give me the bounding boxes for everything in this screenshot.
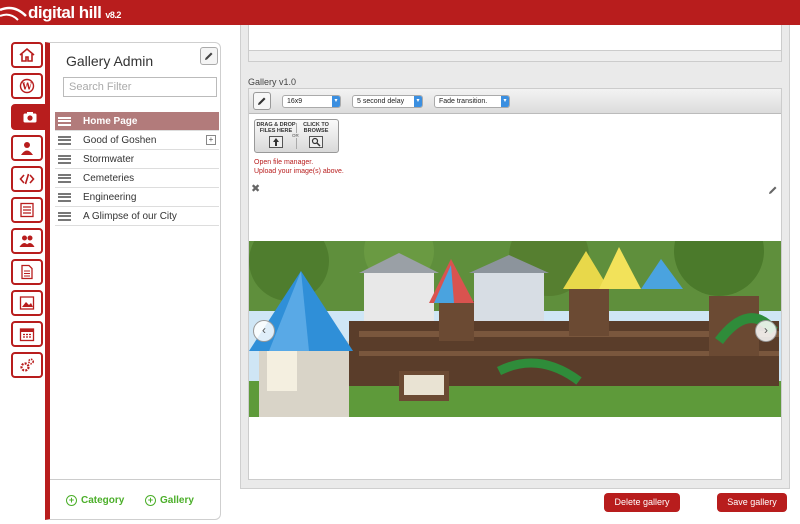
svg-text:W: W xyxy=(21,83,33,93)
slideshow-image: ‹ › xyxy=(249,241,781,417)
rail-code-button[interactable] xyxy=(11,166,43,192)
slideshow-prev-button[interactable]: ‹ xyxy=(253,320,275,342)
rail-group-button[interactable] xyxy=(11,228,43,254)
app-name: digital hill xyxy=(28,3,102,22)
delay-value: 5 second delay xyxy=(357,98,405,105)
gallery-edit-button[interactable] xyxy=(253,92,271,110)
save-gallery-button[interactable]: Save gallery xyxy=(717,493,787,512)
drag-drop-label: DRAG & DROP FILES HERE xyxy=(256,122,296,134)
upload-dropzone[interactable]: DRAG & DROP FILES HERE OR CLICK TO BROWS… xyxy=(254,119,339,153)
camera-icon xyxy=(23,112,37,123)
drag-handle-icon[interactable] xyxy=(58,154,71,164)
pencil-icon xyxy=(205,52,213,60)
plus-circle-icon: + xyxy=(145,495,156,506)
tree-item-cemeteries[interactable]: Cemeteries xyxy=(55,169,219,188)
list-icon xyxy=(20,202,34,218)
panel-title: Gallery Admin xyxy=(66,53,154,69)
module-rail: W xyxy=(11,42,49,383)
rail-users-button[interactable] xyxy=(11,135,43,161)
users-icon xyxy=(21,142,33,155)
wordpress-icon: W xyxy=(19,78,35,94)
chevron-down-icon: ▾ xyxy=(414,96,422,107)
drag-handle-icon[interactable] xyxy=(58,135,71,145)
aspect-value: 16x9 xyxy=(287,98,303,105)
drag-drop-area[interactable]: DRAG & DROP FILES HERE xyxy=(256,122,296,148)
group-icon xyxy=(19,235,35,247)
gallery-widget-label: Gallery v1.0 xyxy=(248,77,297,87)
tree-item-stormwater[interactable]: Stormwater xyxy=(55,150,219,169)
rail-home-button[interactable] xyxy=(11,42,43,68)
rail-list-button[interactable] xyxy=(11,197,43,223)
tree-item-label: Cemeteries xyxy=(83,172,135,184)
transition-select[interactable]: Fade transition. ▾ xyxy=(434,95,510,108)
tree-item-label: Engineering xyxy=(83,191,137,203)
main-content: Gallery v1.0 16x9 ▾ 5 second delay ▾ Fad… xyxy=(240,25,790,489)
document-icon xyxy=(21,264,33,280)
add-gallery-label: Gallery xyxy=(160,495,194,506)
magnifier-icon xyxy=(309,136,323,148)
rail-image-button[interactable] xyxy=(11,290,43,316)
code-icon xyxy=(19,173,35,185)
rail-calendar-button[interactable] xyxy=(11,321,43,347)
aspect-select[interactable]: 16x9 ▾ xyxy=(282,95,341,108)
pencil-icon[interactable] xyxy=(768,182,778,200)
rail-document-button[interactable] xyxy=(11,259,43,285)
search-filter-input[interactable] xyxy=(63,77,217,97)
rail-wordpress-button[interactable]: W xyxy=(11,73,43,99)
gears-icon xyxy=(20,358,35,372)
app-logo[interactable]: digital hill v8.2 xyxy=(28,3,121,23)
tree-item-good-of-goshen[interactable]: Good of Goshen + xyxy=(55,131,219,150)
home-icon xyxy=(19,47,35,62)
playground-photo xyxy=(249,241,781,417)
upload-hint: Upload your image(s) above. xyxy=(254,168,344,175)
gallery-toolbar: 16x9 ▾ 5 second delay ▾ Fade transition.… xyxy=(249,89,781,114)
drag-handle-icon[interactable] xyxy=(58,173,71,183)
tree-item-home-page[interactable]: Home Page xyxy=(55,112,219,131)
upload-arrow-icon xyxy=(269,136,283,148)
transition-value: Fade transition. xyxy=(439,98,488,105)
add-category-label: Category xyxy=(81,495,125,506)
slideshow-next-button[interactable]: › xyxy=(755,320,777,342)
gallery-admin-panel: Gallery Admin Home Page Good of Goshen +… xyxy=(45,42,221,520)
add-gallery-button[interactable]: + Gallery xyxy=(145,495,194,506)
tree-item-glimpse[interactable]: A Glimpse of our City xyxy=(55,207,219,226)
drag-handle-icon[interactable] xyxy=(58,211,71,221)
gallery-widget: 16x9 ▾ 5 second delay ▾ Fade transition.… xyxy=(248,88,782,480)
chevron-down-icon: ▾ xyxy=(501,96,509,107)
gallery-tree: Home Page Good of Goshen + Stormwater Ce… xyxy=(55,112,219,226)
tree-item-label: A Glimpse of our City xyxy=(83,210,177,222)
delay-select[interactable]: 5 second delay ▾ xyxy=(352,95,423,108)
logo-swoosh-icon xyxy=(0,6,27,21)
panel-footer-divider xyxy=(50,479,220,480)
browse-area[interactable]: CLICK TO BROWSE xyxy=(296,122,336,148)
tree-item-label: Good of Goshen xyxy=(83,134,157,146)
image-icon xyxy=(19,296,35,310)
rail-gallery-button[interactable] xyxy=(11,104,49,130)
tree-item-engineering[interactable]: Engineering xyxy=(55,188,219,207)
plus-circle-icon: + xyxy=(66,495,77,506)
top-bar: digital hill v8.2 xyxy=(0,0,800,25)
calendar-icon xyxy=(19,328,35,342)
delete-gallery-button[interactable]: Delete gallery xyxy=(604,493,680,512)
drag-handle-icon[interactable] xyxy=(58,116,71,126)
app-version: v8.2 xyxy=(105,10,121,20)
close-icon[interactable]: ✖ xyxy=(251,182,260,195)
chevron-down-icon: ▾ xyxy=(332,96,340,107)
content-editor[interactable] xyxy=(248,25,782,62)
panel-edit-button[interactable] xyxy=(200,47,218,65)
rail-settings-button[interactable] xyxy=(11,352,43,378)
browse-label: CLICK TO BROWSE xyxy=(303,122,329,134)
open-file-manager-link[interactable]: Open file manager. xyxy=(254,159,313,166)
editor-resize-strip[interactable] xyxy=(249,50,781,61)
expand-icon[interactable]: + xyxy=(206,135,216,145)
tree-item-label: Home Page xyxy=(83,115,138,127)
tree-item-label: Stormwater xyxy=(83,153,135,165)
drag-handle-icon[interactable] xyxy=(58,192,71,202)
pencil-icon xyxy=(258,97,266,105)
add-category-button[interactable]: + Category xyxy=(66,495,124,506)
